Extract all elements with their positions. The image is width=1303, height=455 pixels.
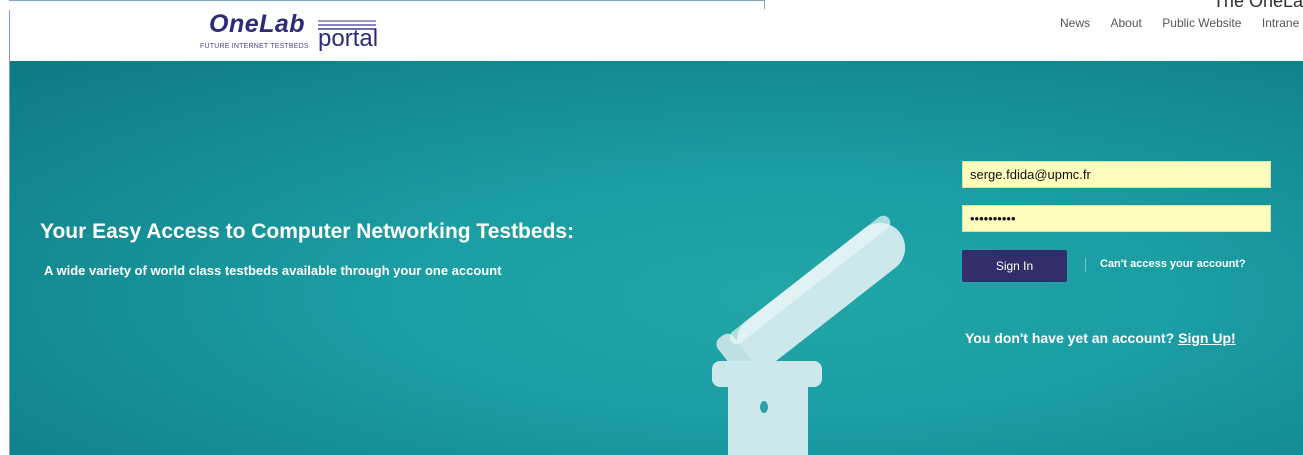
sign-up-link[interactable]: Sign Up! [1178, 330, 1236, 346]
onelab-portal-logo[interactable]: OneLab portal FUTURE INTERNET TESTBEDS [200, 10, 420, 60]
logo-onelab-text: OneLab [209, 10, 306, 38]
test-tube-illustration [712, 215, 906, 455]
top-nav: News About Public Website Intrane [1060, 14, 1303, 32]
nav-public-website[interactable]: Public Website [1162, 16, 1241, 30]
site-header: OneLab portal FUTURE INTERNET TESTBEDS N… [10, 9, 1303, 61]
no-account-prompt: You don't have yet an account? Sign Up! [965, 330, 1236, 346]
password-field[interactable] [962, 205, 1271, 232]
window-frame-divider [764, 0, 765, 9]
nav-news[interactable]: News [1060, 16, 1090, 30]
cant-access-link[interactable]: Can't access your account? [1100, 258, 1246, 270]
hero-subtagline: A wide variety of world class testbeds a… [44, 263, 502, 278]
email-field[interactable] [962, 161, 1271, 188]
hero-tagline: Your Easy Access to Computer Networking … [40, 220, 575, 243]
hero-banner: Your Easy Access to Computer Networking … [10, 61, 1303, 455]
login-form: Sign In Can't access your account? You d… [962, 161, 1282, 361]
nav-intranet[interactable]: Intrane [1262, 16, 1299, 30]
separator [1085, 258, 1086, 272]
window-frame-left [0, 0, 10, 455]
logo-subtitle: FUTURE INTERNET TESTBEDS [200, 43, 309, 50]
logo-portal-text: portal [318, 25, 379, 52]
sign-in-button[interactable]: Sign In [962, 250, 1067, 282]
no-account-text: You don't have yet an account? [965, 330, 1175, 346]
nav-about[interactable]: About [1110, 16, 1141, 30]
